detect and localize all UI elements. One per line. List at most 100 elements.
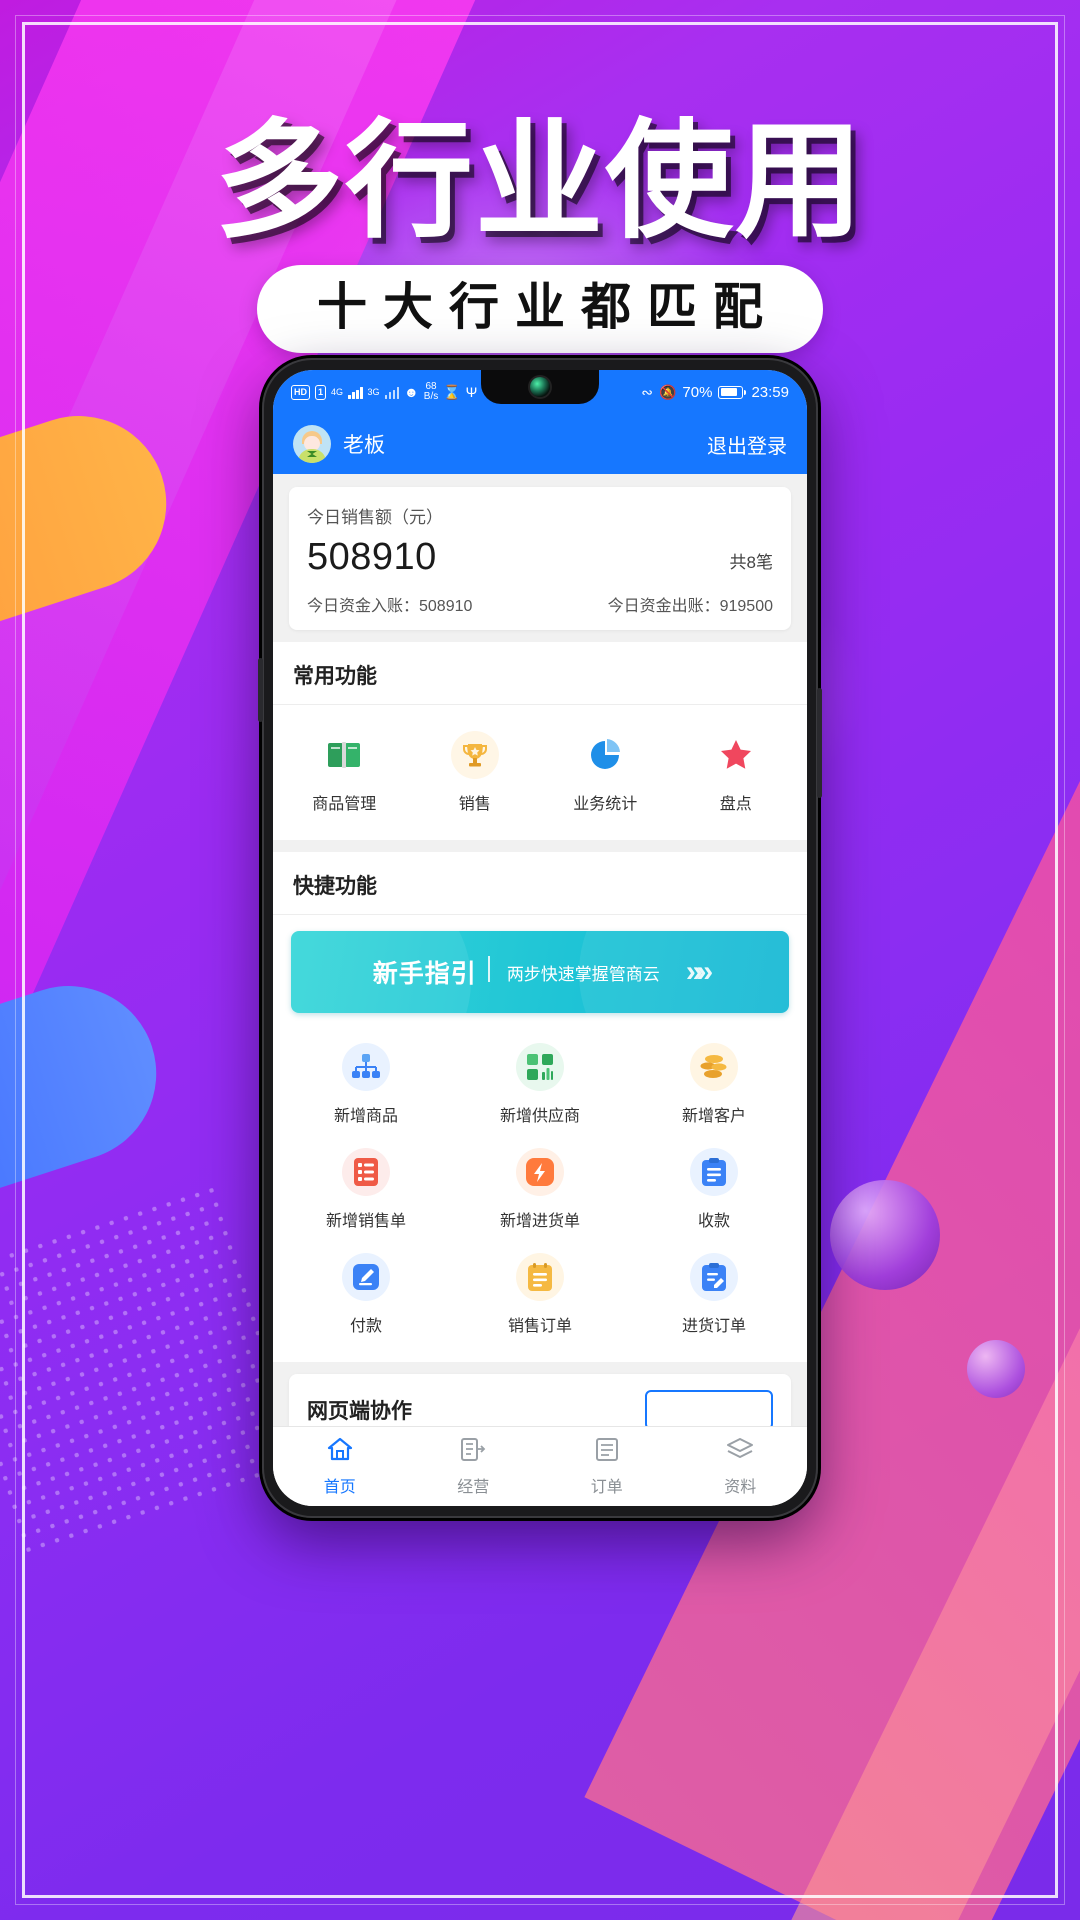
status-bar: HD 1 4G 3G ☻ 68 B/s ⌛ Ψ ∾ 🔕 70% 23:59 (273, 370, 807, 414)
bell-muted-icon: 🔕 (658, 383, 677, 400)
coins-icon-svg (700, 1055, 727, 1078)
common-item-label: 销售 (458, 796, 491, 813)
status-bar-right: ∾ 🔕 70% 23:59 (641, 384, 789, 401)
user-name: 老板 (343, 434, 385, 457)
tab-business-label: 经营 (457, 1478, 490, 1496)
today-sales-card: 今日销售额（元） 508910 共8笔 今日资金入账：508910 今日资金出账… (289, 487, 791, 630)
common-item-stats[interactable]: 业务统计 (540, 721, 671, 826)
quick-item-sales-order[interactable]: 销售订单 (453, 1243, 627, 1348)
battery-icon (718, 385, 747, 399)
note-list-icon (515, 1253, 564, 1301)
tab-business[interactable]: 经营 (407, 1437, 541, 1497)
trophy-icon (450, 731, 499, 779)
common-functions-title: 常用功能 (273, 642, 807, 705)
sim-badge-icon: 1 (315, 384, 327, 400)
network-type-2: 3G (367, 387, 380, 397)
clipboard-icon-svg (701, 1158, 726, 1186)
quick-functions-grid: 新增商品 新增供应商 新增客户 新增销售单 新增进货单 收款 付款 销售订单 进… (273, 1017, 807, 1362)
document-edit-icon (689, 1253, 738, 1301)
beginner-guide-banner[interactable]: 新手指引 两步快速掌握管商云 »» (291, 931, 789, 1013)
tab-orders[interactable]: 订单 (540, 1437, 674, 1497)
avatar[interactable] (293, 425, 331, 463)
quick-item-new-purchase-order[interactable]: 新增进货单 (453, 1138, 627, 1243)
bg-sphere-large (830, 1180, 940, 1290)
promo-subtitle: 十大行业都匹配 (317, 277, 779, 336)
web-collaboration-title: 网页端协作 (307, 1400, 412, 1423)
book-icon (320, 731, 369, 779)
battery-percent: 70% (682, 383, 713, 401)
network-speed: 68 B/s (424, 382, 438, 402)
web-collaboration-card[interactable]: 网页端协作 (289, 1374, 791, 1426)
pencil-edit-icon-svg (352, 1264, 379, 1290)
phone-screen: HD 1 4G 3G ☻ 68 B/s ⌛ Ψ ∾ 🔕 70% 23:59 老板… (273, 370, 807, 1506)
common-item-inventory[interactable]: 盘点 (671, 721, 802, 826)
quick-item-label: 收款 (697, 1213, 730, 1230)
home-icon (327, 1437, 353, 1467)
quick-item-label: 进货订单 (681, 1318, 746, 1335)
grid-bars-icon-svg (526, 1054, 553, 1080)
today-sales-label: 今日销售额（元） (307, 508, 443, 527)
network-type-1: 4G (331, 387, 344, 397)
signal-bars-icon-2 (384, 386, 400, 399)
banner-main-text: 新手指引 (373, 954, 490, 990)
today-cashflow-row: 今日资金入账：508910 今日资金出账：919500 (307, 592, 773, 616)
quick-item-purchase-order[interactable]: 进货订单 (627, 1243, 801, 1348)
common-item-sales[interactable]: 销售 (410, 721, 541, 826)
common-item-goods[interactable]: 商品管理 (279, 721, 410, 826)
list-form-icon-svg (353, 1158, 378, 1186)
promo-headline: 多行业使用 (214, 107, 865, 256)
bg-sphere-small (967, 1340, 1025, 1398)
tab-profile-label: 资料 (724, 1478, 757, 1496)
star-icon (711, 731, 760, 779)
home-scroll-area[interactable]: 今日销售额（元） 508910 共8笔 今日资金入账：508910 今日资金出账… (273, 474, 807, 1426)
quick-item-new-sales-order[interactable]: 新增销售单 (279, 1138, 453, 1243)
web-collaboration-button[interactable] (645, 1390, 773, 1426)
phone-notch (481, 370, 599, 404)
quick-item-new-supplier[interactable]: 新增供应商 (453, 1033, 627, 1138)
clipboard-icon (689, 1148, 738, 1196)
quick-item-receive-payment[interactable]: 收款 (627, 1138, 801, 1243)
quick-item-label: 新增供应商 (499, 1108, 580, 1125)
sitemap-icon-svg (351, 1054, 380, 1078)
tab-orders-label: 订单 (590, 1478, 623, 1496)
quick-item-make-payment[interactable]: 付款 (279, 1243, 453, 1348)
tab-home[interactable]: 首页 (273, 1437, 407, 1497)
pie-chart-icon-svg (591, 739, 621, 769)
lightning-icon (515, 1148, 564, 1196)
common-item-label: 盘点 (719, 796, 752, 813)
common-item-label: 商品管理 (312, 796, 377, 813)
quick-item-label: 新增销售单 (325, 1213, 406, 1230)
status-bar-left: HD 1 4G 3G ☻ 68 B/s ⌛ Ψ (291, 382, 477, 402)
common-item-label: 业务统计 (573, 796, 638, 813)
note-list-icon-svg (527, 1263, 552, 1291)
pencil-edit-icon (341, 1253, 390, 1301)
tab-profile[interactable]: 资料 (674, 1437, 808, 1497)
wifi-icon: ☻ (404, 384, 419, 400)
grid-bars-icon (515, 1043, 564, 1091)
sitemap-icon (341, 1043, 390, 1091)
today-sales-amount: 508910 (307, 536, 437, 578)
quick-item-label: 新增客户 (681, 1108, 746, 1125)
quick-item-new-product[interactable]: 新增商品 (279, 1033, 453, 1138)
bluetooth-icon: ∾ (641, 383, 653, 400)
quick-item-label: 付款 (349, 1318, 382, 1335)
quick-functions-title: 快捷功能 (273, 852, 807, 915)
bottom-tab-bar: 首页 经营 订单 资料 (273, 1426, 807, 1506)
common-functions-grid: 商品管理 销售 业务统计 盘点 (273, 705, 807, 840)
lightning-icon-svg (525, 1158, 554, 1186)
layers-icon (726, 1437, 754, 1467)
today-sales-row: 508910 共8笔 (307, 538, 773, 576)
layers-icon-svg (727, 1437, 754, 1458)
bg-capsule-blue (0, 963, 179, 1232)
book-icon-svg (328, 742, 361, 768)
quick-item-label: 新增进货单 (499, 1213, 580, 1230)
logout-button[interactable]: 退出登录 (707, 430, 787, 459)
quick-item-new-customer[interactable]: 新增客户 (627, 1033, 801, 1138)
order-icon-svg (595, 1437, 618, 1461)
banner-sub-text: 两步快速掌握管商云 (506, 964, 660, 984)
list-form-icon (341, 1148, 390, 1196)
quick-functions-section: 快捷功能 新手指引 两步快速掌握管商云 »» 新增商品 新增供应商 新增客户 新… (273, 852, 807, 1362)
tab-home-label: 首页 (323, 1478, 356, 1496)
pie-chart-icon (581, 731, 630, 779)
today-expense: 今日资金出账：919500 (607, 598, 773, 615)
